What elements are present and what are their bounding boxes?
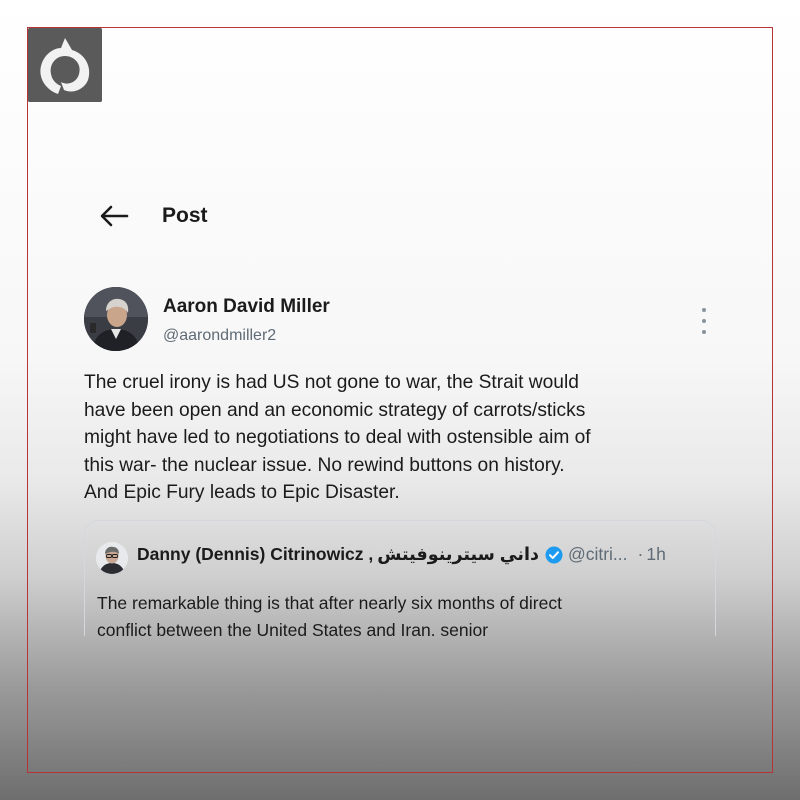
channel-logo-icon <box>28 28 102 102</box>
quoted-author-name-arabic: داني سيترينوفيتش <box>377 544 539 564</box>
quoted-text-line: The remarkable thing is that after nearl… <box>97 593 562 613</box>
back-button[interactable] <box>94 196 134 236</box>
author-avatar[interactable] <box>84 287 148 351</box>
post-text: The cruel irony is had US not gone to wa… <box>84 369 724 507</box>
quoted-author-handle: @citri... <box>567 544 628 564</box>
post-text-line: might have led to negotiations to deal w… <box>84 427 591 448</box>
post-text-line: have been open and an economic strategy … <box>84 399 586 421</box>
post-text-line: this war- the nuclear issue. No rewind b… <box>84 454 565 476</box>
author-name[interactable]: Aaron David Miller <box>163 296 330 318</box>
more-vertical-icon <box>702 319 706 323</box>
verified-badge-icon <box>545 546 563 564</box>
post-text-line: And Epic Fury leads to Epic Disaster. <box>84 482 400 503</box>
more-vertical-icon <box>702 330 706 334</box>
separator-dot: · <box>637 544 644 564</box>
quoted-text-line: conflict between the United States and I… <box>97 620 489 636</box>
quoted-post-header: Danny (Dennis) Citrinowicz , داني سيترين… <box>137 544 666 565</box>
channel-logo <box>28 28 102 102</box>
quoted-post[interactable]: Danny (Dennis) Citrinowicz , داني سيترين… <box>84 520 716 636</box>
author-handle[interactable]: @aarondmiller2 <box>163 327 276 345</box>
quoted-avatar-photo <box>96 542 128 574</box>
arrow-left-icon <box>100 205 129 227</box>
post-header: Post <box>94 196 208 236</box>
quoted-post-time: 1h <box>646 544 666 564</box>
post-text-line: The cruel irony is had US not gone to wa… <box>84 372 579 393</box>
more-options-button[interactable] <box>694 308 714 334</box>
avatar-photo <box>84 287 148 351</box>
quoted-author-name: Danny (Dennis) Citrinowicz , <box>137 544 374 564</box>
more-vertical-icon <box>702 308 706 312</box>
quoted-post-text: The remarkable thing is that after nearl… <box>97 590 707 636</box>
quoted-author-avatar <box>96 542 128 574</box>
page-title: Post <box>162 204 208 227</box>
